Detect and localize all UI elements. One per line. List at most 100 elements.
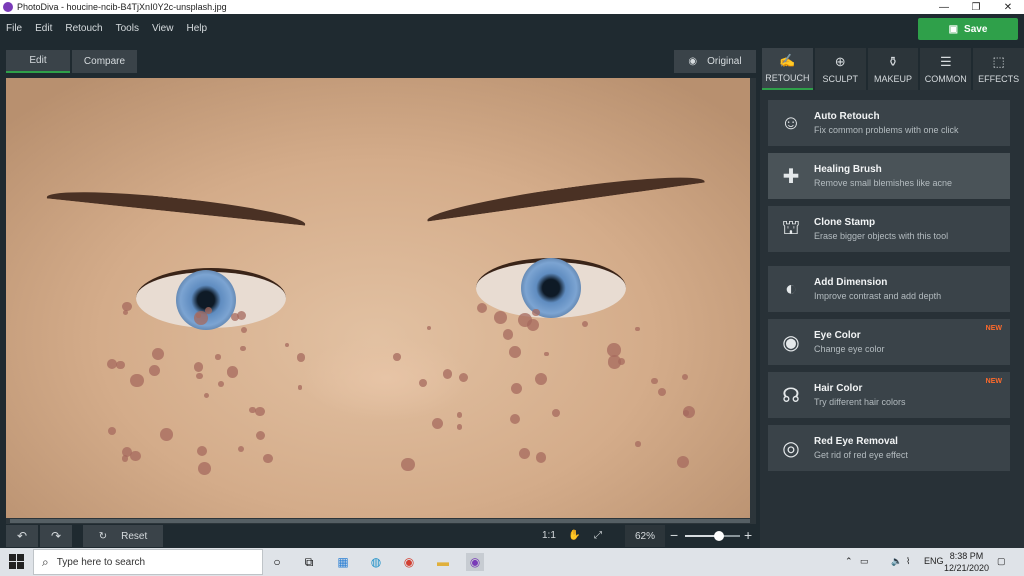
freckle bbox=[263, 453, 273, 463]
zoom-in-button[interactable]: + bbox=[744, 527, 752, 543]
chrome-icon[interactable]: ◉ bbox=[400, 553, 418, 571]
freckle bbox=[215, 354, 221, 360]
freckle bbox=[130, 450, 141, 462]
freckle bbox=[149, 364, 160, 376]
fit-screen-icon[interactable]: ⤢ bbox=[594, 530, 602, 541]
minimize-button[interactable]: — bbox=[928, 2, 960, 13]
freckle bbox=[152, 348, 164, 361]
freckle bbox=[519, 448, 531, 460]
file-explorer-icon[interactable]: ▬ bbox=[434, 553, 452, 571]
tab-effects[interactable]: ⬚ EFFECTS bbox=[973, 48, 1024, 90]
menu-edit[interactable]: Edit bbox=[35, 23, 52, 34]
tool-clone-stamp[interactable]: ⛫ Clone Stamp Erase bigger objects with t… bbox=[768, 206, 1010, 252]
freckle bbox=[197, 446, 208, 457]
tool-hair-color[interactable]: ☊ Hair Color Try different hair colors NE… bbox=[768, 372, 1010, 418]
tool-desc: Remove small blemishes like acne bbox=[814, 178, 953, 188]
freckle bbox=[526, 319, 539, 332]
cortana-icon[interactable]: ○ bbox=[268, 553, 286, 571]
menu-tools[interactable]: Tools bbox=[116, 23, 139, 34]
original-button[interactable]: ◉ Original bbox=[674, 50, 756, 73]
bottom-bar: ↶ ↷ ↻ Reset 1:1 ✋ ⤢ 62% − + bbox=[0, 524, 760, 548]
edit-tab[interactable]: Edit bbox=[6, 50, 70, 73]
maximize-button[interactable]: ❐ bbox=[960, 2, 992, 13]
show-hidden-icons[interactable]: ⌃ bbox=[845, 556, 853, 567]
freckle bbox=[552, 408, 561, 417]
menu-file[interactable]: File bbox=[6, 23, 22, 34]
undo-button[interactable]: ↶ bbox=[6, 525, 38, 547]
tools-panel: ☺ Auto Retouch Fix common problems with o… bbox=[760, 90, 1024, 548]
tool-name: Eye Color bbox=[814, 330, 861, 341]
tab-label: MAKEUP bbox=[873, 74, 912, 84]
tool-healing-brush[interactable]: ✚ Healing Brush Remove small blemishes li… bbox=[768, 153, 1010, 199]
tab-common[interactable]: ☰ COMMON bbox=[920, 48, 972, 90]
eye-icon: ◉ bbox=[688, 56, 698, 67]
freckle bbox=[493, 311, 507, 324]
original-label: Original bbox=[707, 56, 742, 67]
menu-help[interactable]: Help bbox=[186, 23, 207, 34]
volume-icon[interactable]: 🔈 bbox=[891, 556, 902, 567]
vertical-scrollbar[interactable] bbox=[750, 78, 756, 518]
menu-view[interactable]: View bbox=[152, 23, 174, 34]
compare-tab[interactable]: Compare bbox=[72, 50, 137, 73]
freckle bbox=[297, 353, 306, 362]
zoom-slider-knob[interactable] bbox=[714, 531, 725, 541]
notification-icon[interactable]: ▢ bbox=[997, 556, 1006, 567]
store-icon[interactable]: ▦ bbox=[334, 553, 352, 571]
zoom-level[interactable]: 62% bbox=[625, 525, 665, 547]
zoom-out-button[interactable]: − bbox=[670, 527, 678, 543]
tool-desc: Try different hair colors bbox=[814, 397, 906, 407]
tab-retouch[interactable]: ✍ RETOUCH bbox=[762, 48, 813, 90]
freckle bbox=[432, 418, 444, 430]
tool-auto-retouch[interactable]: ☺ Auto Retouch Fix common problems with o… bbox=[768, 100, 1010, 146]
tool-name: Hair Color bbox=[814, 383, 863, 394]
tab-makeup[interactable]: ⚱ MAKEUP bbox=[867, 48, 919, 90]
tool-name: Auto Retouch bbox=[814, 111, 880, 122]
tool-name: Clone Stamp bbox=[814, 217, 876, 228]
tool-eye-color[interactable]: ◉ Eye Color Change eye color NEW bbox=[768, 319, 1010, 365]
date: 12/21/2020 bbox=[944, 563, 990, 573]
reset-button[interactable]: ↻ Reset bbox=[83, 525, 163, 547]
tab-sculpt[interactable]: ⊕ SCULPT bbox=[814, 48, 866, 90]
tool-red-eye-removal[interactable]: ◎ Red Eye Removal Get rid of red eye effe… bbox=[768, 425, 1010, 471]
clock[interactable]: 8:38 PM 12/21/2020 bbox=[944, 550, 989, 574]
taskbar-search[interactable]: ⌕ Type here to search bbox=[33, 549, 263, 575]
edge-icon[interactable]: ◍ bbox=[367, 553, 385, 571]
tab-label: EFFECTS bbox=[978, 74, 1020, 84]
scroll-thumb[interactable] bbox=[10, 519, 750, 523]
search-placeholder: Type here to search bbox=[56, 556, 146, 568]
freckle bbox=[459, 373, 469, 383]
freckle bbox=[607, 355, 621, 369]
photodiva-taskbar-icon[interactable]: ◉ bbox=[466, 553, 484, 571]
freckle bbox=[457, 424, 463, 430]
eye-icon: ◉ bbox=[782, 331, 800, 354]
photo-canvas[interactable] bbox=[6, 78, 756, 518]
zoom-slider[interactable] bbox=[685, 531, 740, 541]
freckle bbox=[122, 309, 129, 316]
language-indicator[interactable]: ENG bbox=[924, 556, 944, 566]
search-icon: ⌕ bbox=[42, 554, 49, 569]
time: 8:38 PM bbox=[949, 551, 984, 561]
task-view-icon[interactable]: ⧉ bbox=[300, 553, 318, 571]
close-button[interactable]: ✕ bbox=[992, 2, 1024, 13]
save-button[interactable]: ▣ Save bbox=[918, 18, 1018, 40]
network-icon[interactable]: ⌇ bbox=[906, 556, 910, 567]
tool-name: Red Eye Removal bbox=[814, 436, 898, 447]
freckle bbox=[683, 410, 689, 416]
menu-retouch[interactable]: Retouch bbox=[65, 23, 102, 34]
freckle bbox=[256, 431, 266, 441]
redo-button[interactable]: ↷ bbox=[40, 525, 72, 547]
auto-retouch-icon: ☺ bbox=[780, 111, 802, 134]
sliders-icon: ☰ bbox=[939, 54, 952, 69]
freckle bbox=[121, 455, 129, 462]
windows-start-icon[interactable] bbox=[4, 554, 28, 570]
tool-name: Add Dimension bbox=[814, 277, 888, 288]
tool-desc: Erase bigger objects with this tool bbox=[814, 231, 949, 241]
dimension-icon: ◐ bbox=[784, 277, 798, 300]
freckle bbox=[635, 326, 640, 332]
battery-icon[interactable]: ▭ bbox=[860, 556, 869, 567]
freckle bbox=[218, 380, 224, 387]
freckle bbox=[509, 346, 522, 359]
tool-add-dimension[interactable]: ◐ Add Dimension Improve contrast and add … bbox=[768, 266, 1010, 312]
hand-tool-icon[interactable]: ✋ bbox=[568, 530, 580, 541]
actual-size-button[interactable]: 1:1 bbox=[542, 530, 556, 541]
